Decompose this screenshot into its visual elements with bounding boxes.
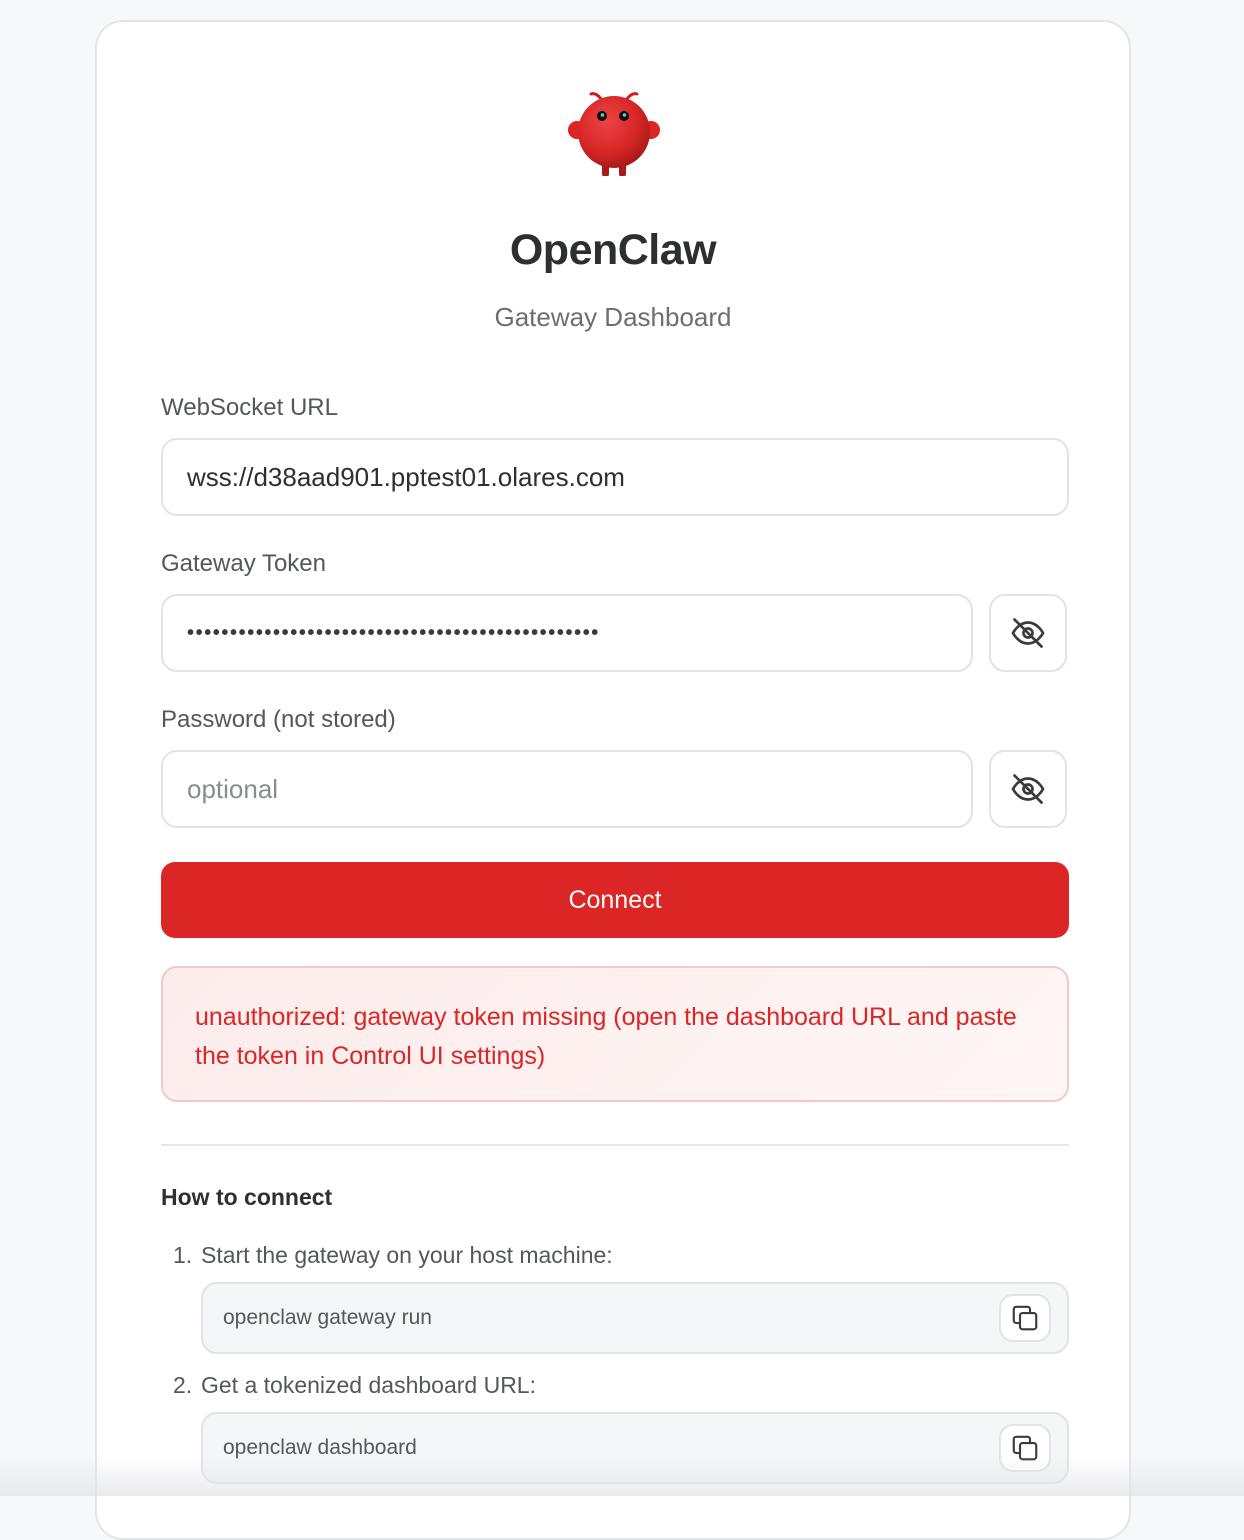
- how-to-connect-heading: How to connect: [161, 1184, 333, 1210]
- command-text: openclaw dashboard: [223, 1436, 417, 1459]
- copy-command-button[interactable]: [999, 1294, 1051, 1342]
- step-text: Start the gateway on your host machine:: [201, 1242, 613, 1268]
- eye-off-icon: [1011, 618, 1045, 648]
- gateway-token-label: Gateway Token: [161, 550, 326, 577]
- command-text: openclaw gateway run: [223, 1306, 432, 1329]
- divider: [161, 1144, 1069, 1146]
- password-label: Password (not stored): [161, 706, 396, 733]
- step-1: 1. Start the gateway on your host machine…: [173, 1242, 613, 1269]
- connect-button[interactable]: Connect: [161, 862, 1069, 938]
- eye-off-icon: [1011, 774, 1045, 804]
- toggle-password-visibility-button[interactable]: [989, 750, 1067, 828]
- command-box: openclaw dashboard: [201, 1412, 1069, 1484]
- error-alert: unauthorized: gateway token missing (ope…: [161, 966, 1069, 1102]
- crab-mascot-logo: [568, 92, 660, 176]
- websocket-url-label: WebSocket URL: [161, 394, 338, 421]
- app-subtitle: Gateway Dashboard: [494, 302, 732, 332]
- toggle-token-visibility-button[interactable]: [989, 594, 1067, 672]
- websocket-url-input[interactable]: wss://d38aad901.pptest01.olares.com: [161, 438, 1069, 516]
- copy-icon: [1012, 1305, 1038, 1331]
- command-box: openclaw gateway run: [201, 1282, 1069, 1354]
- step-text: Get a tokenized dashboard URL:: [201, 1372, 536, 1398]
- connect-card: OpenClaw Gateway Dashboard WebSocket URL…: [95, 20, 1131, 1540]
- step-number: 1.: [173, 1242, 193, 1268]
- copy-command-button[interactable]: [999, 1424, 1051, 1472]
- step-2: 2. Get a tokenized dashboard URL:: [173, 1372, 536, 1399]
- copy-icon: [1012, 1435, 1038, 1461]
- step-number: 2.: [173, 1372, 193, 1398]
- error-message: unauthorized: gateway token missing (ope…: [195, 1003, 1017, 1070]
- password-input[interactable]: optional: [161, 750, 973, 828]
- app-title: OpenClaw: [509, 226, 717, 274]
- gateway-token-input[interactable]: ••••••••••••••••••••••••••••••••••••••••…: [161, 594, 973, 672]
